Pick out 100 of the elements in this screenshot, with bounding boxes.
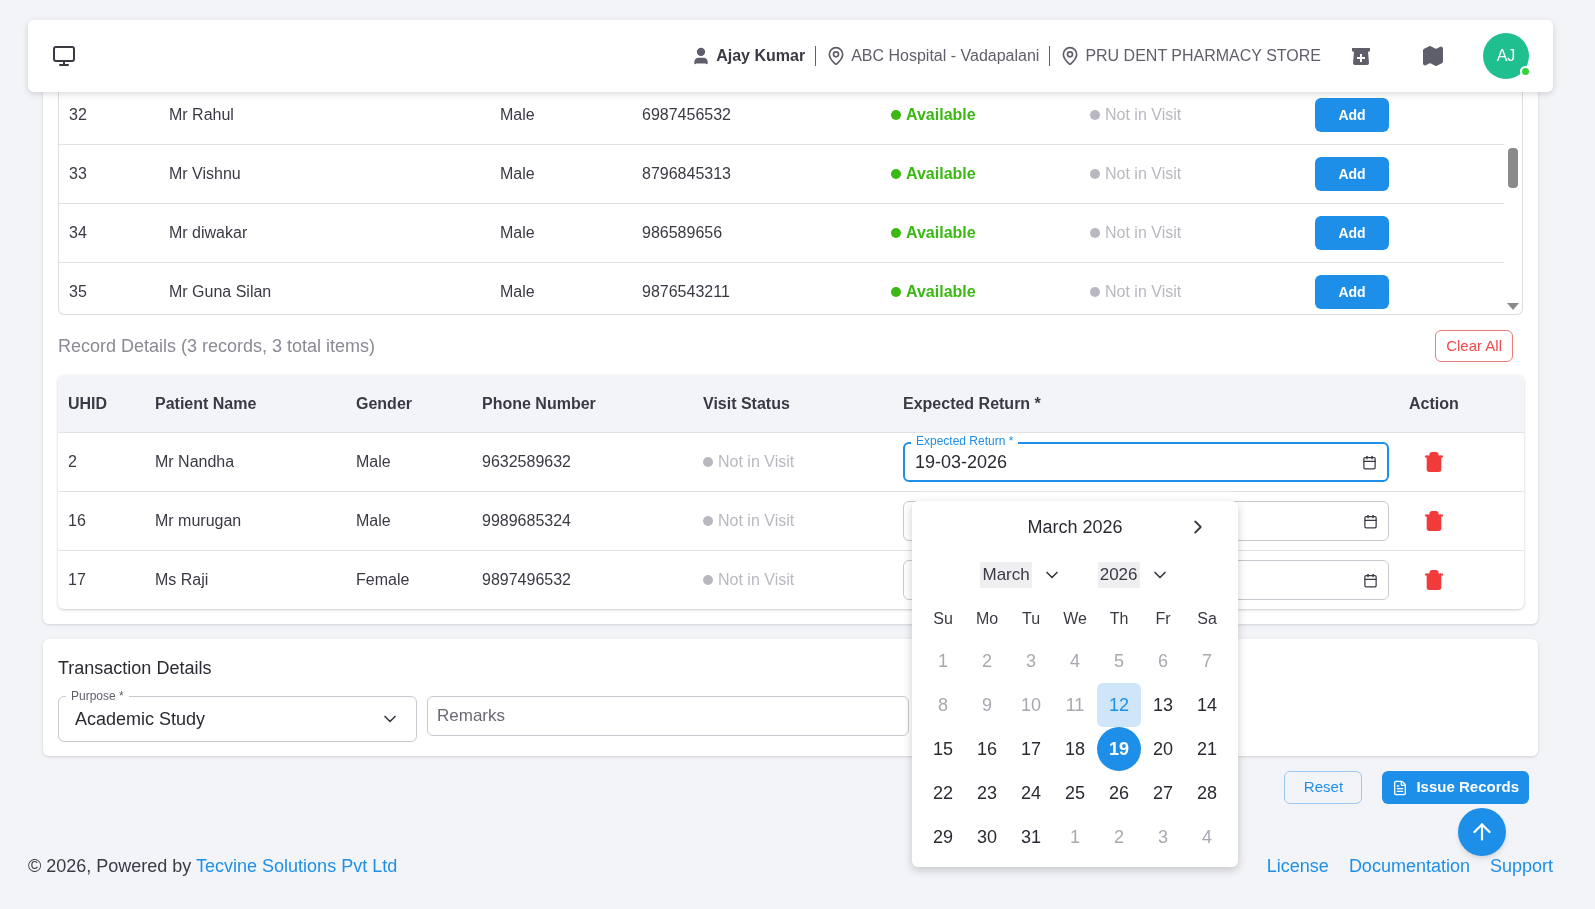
calendar-day[interactable]: 23 xyxy=(965,771,1009,815)
transaction-title: Transaction Details xyxy=(58,658,212,678)
availability-status: Available xyxy=(891,162,1090,186)
visit-status: Not in Visit xyxy=(703,509,903,533)
calendar-day[interactable]: 1 xyxy=(1053,815,1097,859)
reset-button[interactable]: Reset xyxy=(1284,771,1363,804)
patient-name: Mr diwakar xyxy=(169,223,249,243)
scroll-to-top-button[interactable] xyxy=(1458,808,1506,856)
issue-records-button[interactable]: Issue Records xyxy=(1382,771,1529,804)
gender-text: Male xyxy=(500,223,536,243)
calendar-day[interactable]: 28 xyxy=(1185,771,1229,815)
column-header: Patient Name xyxy=(155,393,258,414)
calendar-day[interactable]: 25 xyxy=(1053,771,1097,815)
calendar-day[interactable]: 8 xyxy=(921,683,965,727)
phone-number: 8796845313 xyxy=(642,164,732,184)
weekday-label: Tu xyxy=(1020,609,1042,629)
purpose-value: Academic Study xyxy=(75,707,206,731)
calendar-day[interactable]: 10 xyxy=(1009,683,1053,727)
calendar-day[interactable]: 3 xyxy=(1141,815,1185,859)
footer-link[interactable]: Support xyxy=(1489,853,1553,880)
avatar[interactable]: AJ xyxy=(1483,33,1529,79)
calendar-day[interactable]: 5 xyxy=(1097,639,1141,683)
calendar-icon[interactable] xyxy=(1362,454,1377,470)
uhid-text: 34 xyxy=(68,223,88,243)
calendar-day[interactable]: 19 xyxy=(1097,727,1141,771)
calendar-day[interactable]: 31 xyxy=(1009,815,1053,859)
record-details-title: Record Details (3 records, 3 total items) xyxy=(58,334,376,358)
calendar-day[interactable]: 15 xyxy=(921,727,965,771)
patient-name: Mr Nandha xyxy=(155,452,236,472)
footer-link[interactable]: License xyxy=(1266,853,1329,880)
gender-text: Male xyxy=(356,452,392,472)
calendar-icon[interactable] xyxy=(1363,513,1378,529)
calendar-day[interactable]: 27 xyxy=(1141,771,1185,815)
uhid-text: 32 xyxy=(68,105,88,125)
company-link[interactable]: Tecvine Solutions Pvt Ltd xyxy=(196,856,398,876)
calendar-day[interactable]: 3 xyxy=(1009,639,1053,683)
calendar-day[interactable]: 6 xyxy=(1141,639,1185,683)
add-button[interactable]: Add xyxy=(1315,275,1389,309)
phone-number: 6987456532 xyxy=(642,105,732,125)
calendar-day[interactable]: 22 xyxy=(921,771,965,815)
calendar-day[interactable]: 21 xyxy=(1185,727,1229,771)
calendar-day[interactable]: 2 xyxy=(965,639,1009,683)
column-header: Gender xyxy=(356,393,413,414)
calendar-day[interactable]: 18 xyxy=(1053,727,1097,771)
column-header: Visit Status xyxy=(703,393,791,414)
availability-status: Available xyxy=(891,280,1090,304)
calendar-day[interactable]: 29 xyxy=(921,815,965,859)
gender-text: Male xyxy=(356,511,392,531)
store-name: PRU DENT PHARMACY STORE xyxy=(1085,46,1321,66)
calendar-day[interactable]: 20 xyxy=(1141,727,1185,771)
field-label: Purpose * xyxy=(66,689,129,703)
calendar-day[interactable]: 7 xyxy=(1185,639,1229,683)
weekday-label: Mo xyxy=(974,609,1000,629)
copyright-text: © 2026, Powered by Tecvine Solutions Pvt Ltd xyxy=(28,855,398,878)
user-name: Ajay Kumar xyxy=(716,46,806,66)
add-button[interactable]: Add xyxy=(1315,157,1389,191)
visit-status: Not in Visit xyxy=(703,568,903,592)
gender-text: Male xyxy=(500,164,536,184)
add-button[interactable]: Add xyxy=(1315,216,1389,250)
calendar-day[interactable]: 2 xyxy=(1097,815,1141,859)
calendar-day[interactable]: 24 xyxy=(1009,771,1053,815)
document-icon xyxy=(1392,779,1409,796)
gender-text: Male xyxy=(500,105,536,125)
delete-icon[interactable] xyxy=(1423,510,1445,532)
add-button[interactable]: Add xyxy=(1315,98,1389,132)
remarks-field[interactable]: Remarks xyxy=(427,696,909,736)
patient-name: Mr Rahul xyxy=(169,105,235,125)
weekday-label: Fr xyxy=(1154,609,1172,629)
uhid-text: 16 xyxy=(67,511,87,531)
calendar-day[interactable]: 26 xyxy=(1097,771,1141,815)
date-value: 19-03-2026 xyxy=(915,450,1008,474)
footer-link[interactable]: Documentation xyxy=(1348,853,1470,880)
calendar-title: March 2026 xyxy=(1027,515,1123,539)
map-icon[interactable] xyxy=(1421,44,1445,68)
visit-status: Not in Visit xyxy=(1090,162,1315,186)
phone-number: 9876543211 xyxy=(642,282,731,302)
calendar-day[interactable]: 14 xyxy=(1185,683,1229,727)
calendar-icon[interactable] xyxy=(1363,572,1378,588)
uhid-text: 2 xyxy=(67,452,78,472)
monitor-icon[interactable] xyxy=(52,44,76,68)
calendar-day[interactable]: 30 xyxy=(965,815,1009,859)
column-header: Phone Number xyxy=(482,393,597,414)
patient-name: Mr murugan xyxy=(155,511,243,531)
calendar-day[interactable]: 17 xyxy=(1009,727,1053,771)
calendar-day[interactable]: 12 xyxy=(1097,683,1141,727)
clear-all-button[interactable]: Clear All xyxy=(1435,330,1513,362)
delete-icon[interactable] xyxy=(1423,569,1445,591)
calendar-day[interactable]: 11 xyxy=(1053,683,1097,727)
delete-icon[interactable] xyxy=(1423,451,1445,473)
calendar-day[interactable]: 4 xyxy=(1053,639,1097,683)
patient-name: Mr Vishnu xyxy=(169,164,242,184)
calendar-day[interactable]: 16 xyxy=(965,727,1009,771)
uhid-text: 35 xyxy=(68,282,88,302)
uhid-text: 17 xyxy=(67,570,87,590)
uhid-text: 33 xyxy=(68,164,88,184)
calendar-day[interactable]: 9 xyxy=(965,683,1009,727)
calendar-day[interactable]: 13 xyxy=(1141,683,1185,727)
calendar-day[interactable]: 1 xyxy=(921,639,965,683)
field-label: Expected Return * xyxy=(911,434,1019,448)
calendar-day[interactable]: 4 xyxy=(1185,815,1229,859)
